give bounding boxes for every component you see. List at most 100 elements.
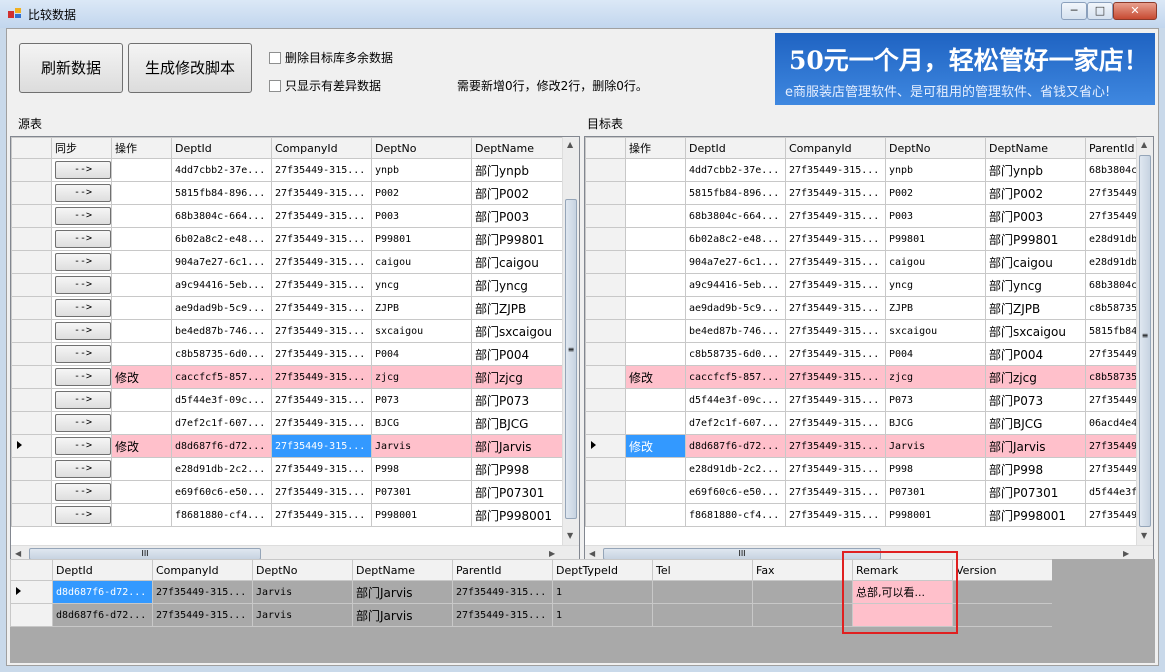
company-id-cell[interactable]: 27f35449-315... <box>271 227 372 251</box>
company-id-cell[interactable]: 27f35449-315... <box>785 411 886 435</box>
dept-id-cell[interactable]: e69f60c6-e50... <box>685 480 786 504</box>
dept-id-cell[interactable]: 6b02a8c2-e48... <box>685 227 786 251</box>
operation-cell[interactable] <box>625 411 686 435</box>
dept-id-cell[interactable]: caccfcf5-857... <box>171 365 272 389</box>
sync-button[interactable]: --> <box>55 391 111 409</box>
company-id-cell[interactable]: 27f35449-315... <box>785 503 886 527</box>
table-row[interactable]: c8b58735-6d0... 27f35449-315... P004 部门P004… <box>585 342 1153 366</box>
operation-cell[interactable] <box>625 158 686 182</box>
operation-cell[interactable]: 修改 <box>111 365 172 389</box>
company-id-cell[interactable]: 27f35449-315... <box>271 250 372 274</box>
dept-id-cell[interactable]: d8d687f6-d72... <box>685 434 786 458</box>
dept-name-cell[interactable]: 部门ynpb <box>985 158 1086 182</box>
dept-name-cell[interactable]: 部门ynpb <box>471 158 565 182</box>
dept-id-cell[interactable]: 68b3804c-664... <box>685 204 786 228</box>
dept-id-cell[interactable]: 68b3804c-664... <box>171 204 272 228</box>
source-vscrollbar[interactable]: ▲ ≡ ▼ <box>562 137 579 545</box>
row-header[interactable] <box>11 227 52 251</box>
column-header[interactable]: DeptNo <box>371 137 472 159</box>
operation-cell[interactable] <box>625 181 686 205</box>
dept-name-cell[interactable]: 部门BJCG <box>985 411 1086 435</box>
table-row[interactable]: 修改 caccfcf5-857... 27f35449-315... zjcg 部门zj… <box>585 365 1153 389</box>
close-button[interactable]: ✕ <box>1113 2 1157 20</box>
dept-no-cell[interactable]: P998 <box>371 457 472 481</box>
row-header[interactable] <box>11 457 52 481</box>
table-row[interactable]: 904a7e27-6c1... 27f35449-315... caigou 部门ca… <box>585 250 1153 274</box>
row-header[interactable] <box>585 388 626 412</box>
scroll-right-icon[interactable]: ▶ <box>1123 549 1129 558</box>
dept-name-cell[interactable]: 部门P998001 <box>471 503 565 527</box>
dept-id-cell[interactable]: e28d91db-2c2... <box>171 457 272 481</box>
row-header[interactable] <box>585 273 626 297</box>
company-id-cell[interactable]: 27f35449-315... <box>271 158 372 182</box>
dept-id-cell[interactable]: d8d687f6-d72... <box>171 434 272 458</box>
dept-name-cell[interactable]: 部门P003 <box>471 204 565 228</box>
row-header[interactable] <box>11 480 52 504</box>
operation-cell[interactable] <box>625 503 686 527</box>
operation-cell[interactable] <box>111 319 172 343</box>
column-header[interactable]: DeptId <box>52 559 153 581</box>
operation-cell[interactable] <box>625 342 686 366</box>
dept-id-cell[interactable]: f8681880-cf4... <box>685 503 786 527</box>
dept-name-cell[interactable]: 部门P07301 <box>985 480 1086 504</box>
operation-cell[interactable] <box>111 503 172 527</box>
row-header[interactable] <box>585 503 626 527</box>
table-row[interactable]: --> 68b3804c-664... 27f35449-315... P003 部门P… <box>11 204 565 228</box>
table-row[interactable]: --> d7ef2c1f-607... 27f35449-315... BJCG 部门B… <box>11 411 565 435</box>
detail-cell[interactable]: 1 <box>552 603 653 627</box>
column-header[interactable]: DeptNo <box>252 559 353 581</box>
column-header[interactable]: DeptNo <box>885 137 986 159</box>
company-id-cell[interactable]: 27f35449-315... <box>785 457 886 481</box>
table-row[interactable]: e69f60c6-e50... 27f35449-315... P07301 部门P0… <box>585 480 1153 504</box>
sync-button[interactable]: --> <box>55 368 111 386</box>
row-header[interactable] <box>11 273 52 297</box>
source-grid[interactable]: 同步 操作 DeptId CompanyId DeptNo DeptName -… <box>10 136 580 563</box>
dept-name-cell[interactable]: 部门ZJPB <box>985 296 1086 320</box>
dept-no-cell[interactable]: ZJPB <box>371 296 472 320</box>
generate-script-button[interactable]: 生成修改脚本 <box>128 43 252 93</box>
dept-id-cell[interactable]: ae9dad9b-5c9... <box>685 296 786 320</box>
column-header[interactable]: 操作 <box>111 137 172 159</box>
dept-name-cell[interactable]: 部门P002 <box>985 181 1086 205</box>
detail-cell[interactable]: Jarvis <box>252 603 353 627</box>
sync-button[interactable]: --> <box>55 253 111 271</box>
dept-name-cell[interactable]: 部门zjcg <box>471 365 565 389</box>
sync-button[interactable]: --> <box>55 483 111 501</box>
dept-id-cell[interactable]: d7ef2c1f-607... <box>685 411 786 435</box>
column-header[interactable]: ParentId <box>452 559 553 581</box>
dept-no-cell[interactable]: BJCG <box>371 411 472 435</box>
company-id-cell[interactable]: 27f35449-315... <box>785 388 886 412</box>
company-id-cell[interactable]: 27f35449-315... <box>785 227 886 251</box>
dept-id-cell[interactable]: 904a7e27-6c1... <box>171 250 272 274</box>
company-id-cell[interactable]: 27f35449-315... <box>271 342 372 366</box>
operation-cell[interactable] <box>111 342 172 366</box>
row-header[interactable] <box>585 365 626 389</box>
operation-cell[interactable]: 修改 <box>625 434 686 458</box>
target-vscrollbar[interactable]: ▲ ≡ ▼ <box>1136 137 1153 545</box>
company-id-cell[interactable]: 27f35449-315... <box>271 457 372 481</box>
operation-cell[interactable] <box>625 388 686 412</box>
table-row[interactable]: --> c8b58735-6d0... 27f35449-315... P004 部门P… <box>11 342 565 366</box>
dept-no-cell[interactable]: caigou <box>885 250 986 274</box>
row-header[interactable] <box>10 580 53 604</box>
dept-no-cell[interactable]: P002 <box>885 181 986 205</box>
operation-cell[interactable] <box>625 227 686 251</box>
row-header[interactable] <box>585 457 626 481</box>
dept-no-cell[interactable]: P998 <box>885 457 986 481</box>
row-header[interactable] <box>11 388 52 412</box>
sync-button[interactable]: --> <box>55 230 111 248</box>
operation-cell[interactable] <box>625 319 686 343</box>
column-header[interactable]: 同步 <box>51 137 112 159</box>
dept-no-cell[interactable]: yncg <box>885 273 986 297</box>
dept-no-cell[interactable]: P004 <box>885 342 986 366</box>
table-row[interactable]: --> be4ed87b-746... 27f35449-315... sxcaigo… <box>11 319 565 343</box>
table-row[interactable]: e28d91db-2c2... 27f35449-315... P998 部门P998… <box>585 457 1153 481</box>
checkbox-box[interactable] <box>269 51 281 64</box>
detail-cell[interactable] <box>652 603 753 627</box>
table-row[interactable]: --> 修改 caccfcf5-857... 27f35449-315... zjcg 部… <box>11 365 565 389</box>
table-row[interactable]: be4ed87b-746... 27f35449-315... sxcaigou 部门… <box>585 319 1153 343</box>
company-id-cell[interactable]: 27f35449-315... <box>271 503 372 527</box>
dept-name-cell[interactable]: 部门P998 <box>985 457 1086 481</box>
column-header[interactable]: DeptName <box>471 137 565 159</box>
detail-cell[interactable]: 1 <box>552 580 653 604</box>
